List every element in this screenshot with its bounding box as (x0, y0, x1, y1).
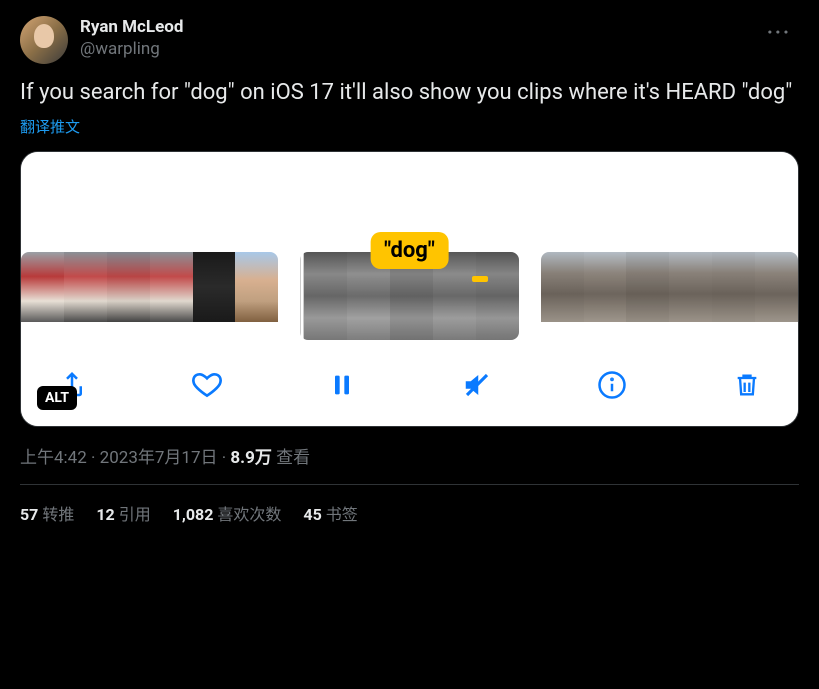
avatar[interactable] (20, 16, 68, 64)
tweet-date[interactable]: 2023年7月17日 (100, 448, 218, 468)
frame (541, 252, 584, 322)
tweet-time[interactable]: 上午4:42 (20, 448, 87, 468)
likes-label: 喜欢次数 (217, 505, 281, 524)
quotes-label: 引用 (119, 505, 151, 524)
frame (669, 252, 712, 322)
frame (626, 252, 669, 322)
user-block[interactable]: Ryan McLeod @warpling (80, 16, 747, 60)
retweets-count: 57 (20, 505, 38, 524)
tweet-text: If you search for "dog" on iOS 17 it'll … (20, 78, 799, 108)
playhead-marker (472, 276, 488, 282)
user-handle: @warpling (80, 38, 747, 60)
frame (304, 252, 347, 340)
quotes-count: 12 (96, 505, 114, 524)
frame (755, 252, 798, 322)
mute-icon[interactable] (460, 368, 494, 402)
likes-stat[interactable]: 1,082喜欢次数 (173, 501, 282, 525)
tweet-header: Ryan McLeod @warpling ··· (20, 16, 799, 64)
more-icon[interactable]: ··· (759, 16, 799, 48)
tweet-meta: 上午4:42 · 2023年7月17日 · 8.9万 查看 (20, 443, 799, 468)
views-count: 8.9万 (230, 448, 271, 468)
frame (107, 252, 150, 322)
quotes-stat[interactable]: 12 引用 (96, 501, 150, 525)
media-card[interactable]: "dog" (20, 151, 799, 427)
bookmarks-stat[interactable]: 45 书签 (303, 501, 357, 525)
pause-icon[interactable] (325, 368, 359, 402)
trash-icon[interactable] (730, 368, 764, 402)
frame (193, 252, 236, 322)
clip-1[interactable] (21, 252, 278, 340)
heart-icon[interactable] (190, 368, 224, 402)
display-name: Ryan McLeod (80, 16, 747, 38)
search-bubble: "dog" (370, 232, 449, 269)
likes-count: 1,082 (173, 505, 214, 524)
alt-badge[interactable]: ALT (37, 386, 77, 410)
media-toolbar (21, 350, 798, 426)
retweets-stat[interactable]: 57转推 (20, 501, 74, 525)
views-label: 查看 (276, 448, 310, 468)
translate-link[interactable]: 翻译推文 (20, 116, 80, 137)
tweet-container: Ryan McLeod @warpling ··· If you search … (0, 0, 819, 525)
tweet-stats: 57转推 12 引用 1,082喜欢次数 45 书签 (20, 501, 799, 525)
frame (476, 252, 519, 340)
divider (20, 484, 799, 485)
bookmarks-label: 书签 (326, 505, 358, 524)
retweets-label: 转推 (42, 505, 74, 524)
frame (584, 252, 627, 322)
clip-3[interactable] (541, 252, 798, 340)
frame (235, 252, 278, 322)
frame (64, 252, 107, 322)
frame (712, 252, 755, 322)
info-icon[interactable] (595, 368, 629, 402)
frame (21, 252, 64, 322)
frame (150, 252, 193, 322)
bookmarks-count: 45 (303, 505, 321, 524)
